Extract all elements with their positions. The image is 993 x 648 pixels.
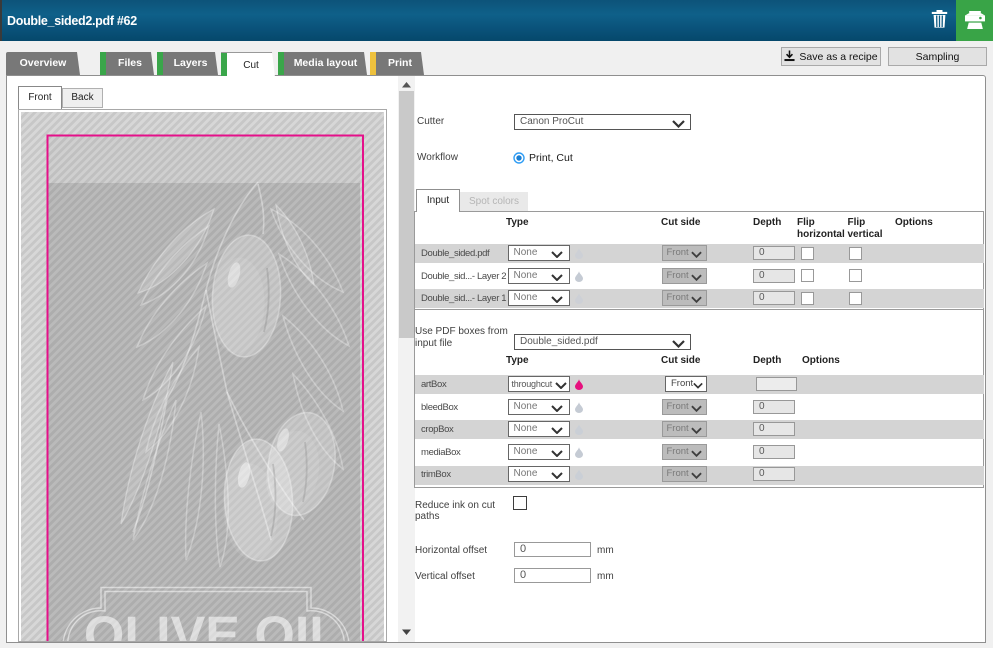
svg-text:OLIVE OIL: OLIVE OIL	[84, 607, 341, 642]
